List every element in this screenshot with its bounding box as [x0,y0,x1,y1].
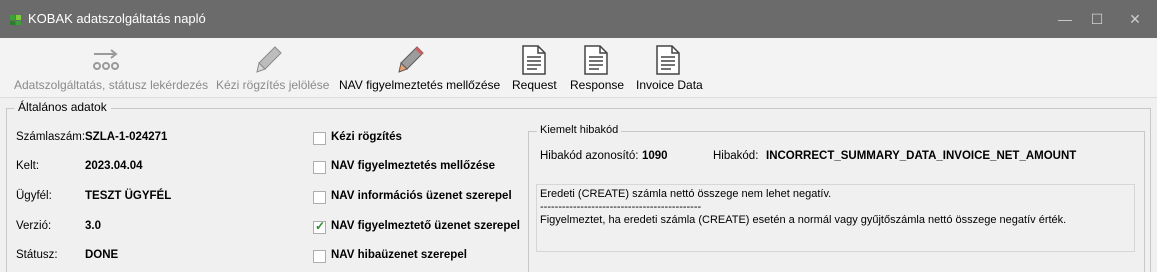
version-value: 3.0 [85,220,101,232]
response-button[interactable]: Response [568,38,624,98]
invoice-data-button[interactable]: Invoice Data [634,38,706,98]
warning-message-checkbox[interactable]: ✓ [313,219,326,234]
window-title: KOBAK adatszolgáltatás napló [28,11,206,26]
pencil-icon [256,46,282,73]
minimize-button[interactable]: — [1050,8,1080,30]
ignore-warning-button[interactable]: NAV figyelmeztetés mellőzése [339,38,501,98]
error-id-label: Hibakód azonosító: [540,150,639,162]
error-description-separator: ----------------------------------------… [540,201,702,213]
customer-label: Ügyfél: [16,190,52,202]
mark-manual-label: Kézi rögzítés jelölése [216,78,330,92]
info-message-label: NAV információs üzenet szerepel [331,190,512,202]
info-message-checkbox[interactable] [313,191,326,204]
error-code-value: INCORRECT_SUMMARY_DATA_INVOICE_NET_AMOUN… [766,150,1077,162]
close-button[interactable]: ✕ [1120,8,1150,30]
error-message-checkbox[interactable] [313,250,326,263]
document-icon [656,45,680,75]
manual-entry-label: Kézi rögzítés [331,131,402,143]
error-description-box[interactable]: Eredeti (CREATE) számla nettó összege ne… [536,184,1135,252]
title-bar: KOBAK adatszolgáltatás napló — ☐ ✕ [0,0,1157,38]
response-label: Response [570,78,625,92]
ignore-warning-label: NAV figyelmeztetés mellőzése [339,78,501,92]
highlighted-error-title: Kiemelt hibakód [537,124,622,136]
status-label: Státusz: [16,249,58,261]
invoice-number-value: SZLA-1-024271 [85,131,168,143]
invoice-number-label: Számlaszám: [16,131,86,143]
error-id-value: 1090 [642,150,668,162]
document-icon [522,45,546,75]
invoice-data-label: Invoice Data [636,78,703,92]
ignore-warning-checkbox-label: NAV figyelmeztetés mellőzése [331,160,496,172]
error-code-label: Hibakód: [713,150,759,162]
pencil-icon [398,46,424,73]
error-message-label: NAV hibaüzenet szerepel [331,249,467,261]
request-label: Request [512,78,557,92]
mark-manual-button[interactable]: Kézi rögzítés jelölése [215,38,329,98]
maximize-button[interactable]: ☐ [1082,8,1112,30]
warning-message-label: NAV figyelmeztető üzenet szerepel [331,220,520,232]
error-description-line: Figyelmeztet, ha eredeti számla (CREATE)… [540,214,1067,226]
app-icon [10,15,21,25]
request-button[interactable]: Request [510,38,560,98]
query-status-label: Adatszolgáltatás, státusz lekérdezés [14,78,209,92]
document-icon [584,45,608,75]
customer-value: TESZT ÜGYFÉL [85,190,172,202]
date-value: 2023.04.04 [85,160,143,172]
version-label: Verzió: [16,220,52,232]
error-description-line: Eredeti (CREATE) számla nettó összege ne… [540,188,832,200]
check-mark-icon: ✓ [315,219,326,233]
toolbar: Adatszolgáltatás, státusz lekérdezés Kéz… [0,38,1157,98]
status-value: DONE [85,249,119,261]
query-status-button[interactable]: Adatszolgáltatás, státusz lekérdezés [14,38,208,98]
general-data-title: Általános adatok [14,100,111,114]
arrow-chain-icon [93,49,119,70]
date-label: Kelt: [16,160,40,172]
manual-entry-checkbox[interactable] [313,132,326,145]
ignore-warning-checkbox[interactable] [313,161,326,174]
